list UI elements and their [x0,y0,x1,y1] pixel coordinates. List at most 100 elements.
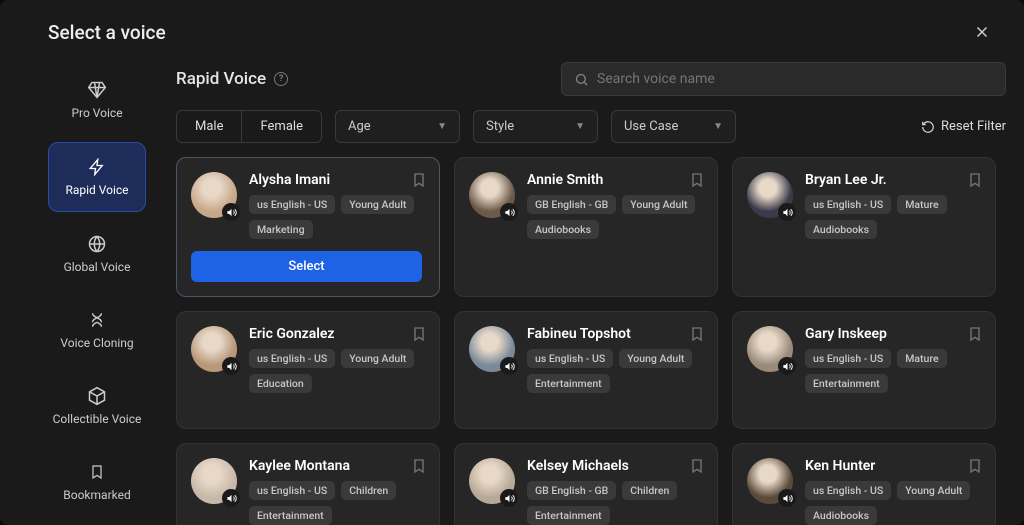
modal-header: Select a voice [0,0,1024,54]
speaker-icon[interactable] [778,203,796,221]
bookmark-button[interactable] [967,324,983,344]
bolt-icon [87,157,107,177]
sidebar-item-pro-voice[interactable]: Pro Voice [48,66,146,134]
section-title: Rapid Voice ? [176,69,288,89]
speaker-icon[interactable] [778,489,796,507]
voice-tags: us English - USMatureEntertainment [805,349,981,393]
voice-name: Eric Gonzalez [249,326,425,342]
voice-tag: Audiobooks [527,220,599,239]
voice-tag: Young Adult [619,349,692,368]
voice-name: Alysha Imani [249,172,425,188]
speaker-icon[interactable] [500,357,518,375]
voice-tag: Entertainment [805,374,888,393]
speaker-icon[interactable] [222,357,240,375]
voice-card[interactable]: Ken Hunter us English - USYoung AdultAud… [732,443,996,525]
use-case-dropdown[interactable]: Use Case▼ [611,110,736,143]
voice-tag: GB English - GB [527,195,616,214]
bookmark-button[interactable] [967,170,983,190]
voice-tags: us English - USYoung AdultEducation [249,349,425,393]
cube-icon [87,386,107,406]
voice-name: Kelsey Michaels [527,458,703,474]
voice-card[interactable]: Kelsey Michaels GB English - GBChildrenE… [454,443,718,525]
avatar [747,326,793,372]
voice-tag: Young Adult [341,349,414,368]
modal-title: Select a voice [48,21,166,44]
bookmark-button[interactable] [411,324,427,344]
sidebar-label: Pro Voice [71,106,122,120]
voice-tags: us English - USMatureAudiobooks [805,195,981,239]
voice-tags: us English - USYoung AdultMarketing [249,195,425,239]
avatar [747,458,793,504]
search-input-wrap[interactable] [561,62,1006,96]
gender-toggle: MaleFemale [176,110,322,143]
search-input[interactable] [597,71,993,87]
voice-tag: Entertainment [527,374,610,393]
chevron-down-icon: ▼ [575,121,585,132]
dna-icon [87,310,107,330]
speaker-icon[interactable] [222,489,240,507]
style-dropdown[interactable]: Style▼ [473,110,598,143]
close-button[interactable] [968,18,996,46]
age-dropdown[interactable]: Age▼ [335,110,460,143]
voice-card[interactable]: Eric Gonzalez us English - USYoung Adult… [176,311,440,429]
speaker-icon[interactable] [500,489,518,507]
voice-tag: Audiobooks [805,506,877,525]
bookmark-button[interactable] [411,456,427,476]
bookmark-button[interactable] [689,456,705,476]
sidebar-item-collectible-voice[interactable]: Collectible Voice [48,372,146,440]
voice-card[interactable]: Annie Smith GB English - GBYoung AdultAu… [454,157,718,297]
sidebar-label: Collectible Voice [53,412,142,426]
sidebar-item-bookmarked[interactable]: Bookmarked [48,448,146,516]
voice-card[interactable]: Fabineu Topshot us English - USYoung Adu… [454,311,718,429]
sidebar-label: Rapid Voice [65,183,128,197]
voice-card[interactable]: Bryan Lee Jr. us English - USMatureAudio… [732,157,996,297]
avatar [469,326,515,372]
bookmark-button[interactable] [967,456,983,476]
bookmark-button[interactable] [411,170,427,190]
reset-filter-button[interactable]: Reset Filter [921,119,1006,134]
filter-bar: MaleFemale Age▼ Style▼ Use Case▼ Reset Fil… [176,110,1006,157]
voice-tag: Mature [897,349,946,368]
voice-tag: us English - US [249,195,335,214]
voice-tag: Young Adult [341,195,414,214]
main-panel: Rapid Voice ? MaleFemale Age▼ Style▼ Use C… [156,54,1024,525]
voice-select-modal: Select a voice Pro Voice Rapid Voice Globa… [0,0,1024,525]
voice-tag: GB English - GB [527,481,616,500]
close-icon [973,23,991,41]
speaker-icon[interactable] [222,203,240,221]
voice-tag: Young Adult [897,481,970,500]
diamond-icon [87,80,107,100]
speaker-icon[interactable] [778,357,796,375]
sidebar-item-rapid-voice[interactable]: Rapid Voice [48,142,146,212]
sidebar-item-global-voice[interactable]: Global Voice [48,220,146,288]
voice-tags: GB English - GBYoung AdultAudiobooks [527,195,703,239]
select-button[interactable]: Select [191,251,422,282]
male-filter-button[interactable]: Male [177,111,241,142]
bookmark-button[interactable] [689,170,705,190]
voice-tag: Mature [897,195,946,214]
voice-tag: Audiobooks [805,220,877,239]
voice-tags: us English - USChildrenEntertainment [249,481,425,525]
bookmark-button[interactable] [689,324,705,344]
voice-name: Bryan Lee Jr. [805,172,981,188]
voice-name: Annie Smith [527,172,703,188]
speaker-icon[interactable] [500,203,518,221]
voice-card[interactable]: Kaylee Montana us English - USChildrenEn… [176,443,440,525]
help-icon[interactable]: ? [274,72,288,86]
female-filter-button[interactable]: Female [241,111,320,142]
voice-tag: Children [341,481,396,500]
voice-tag: Entertainment [527,506,610,525]
search-icon [574,72,589,87]
avatar [747,172,793,218]
refresh-icon [921,120,935,134]
sidebar-item-voice-cloning[interactable]: Voice Cloning [48,296,146,364]
voice-tags: us English - USYoung AdultAudiobooks [805,481,981,525]
avatar [469,458,515,504]
voice-tags: us English - USYoung AdultEntertainment [527,349,703,393]
globe-icon [87,234,107,254]
sidebar-label: Global Voice [64,260,131,274]
avatar [191,326,237,372]
voice-card[interactable]: Gary Inskeep us English - USMatureEntert… [732,311,996,429]
avatar [191,458,237,504]
voice-card[interactable]: Alysha Imani us English - USYoung AdultM… [176,157,440,297]
